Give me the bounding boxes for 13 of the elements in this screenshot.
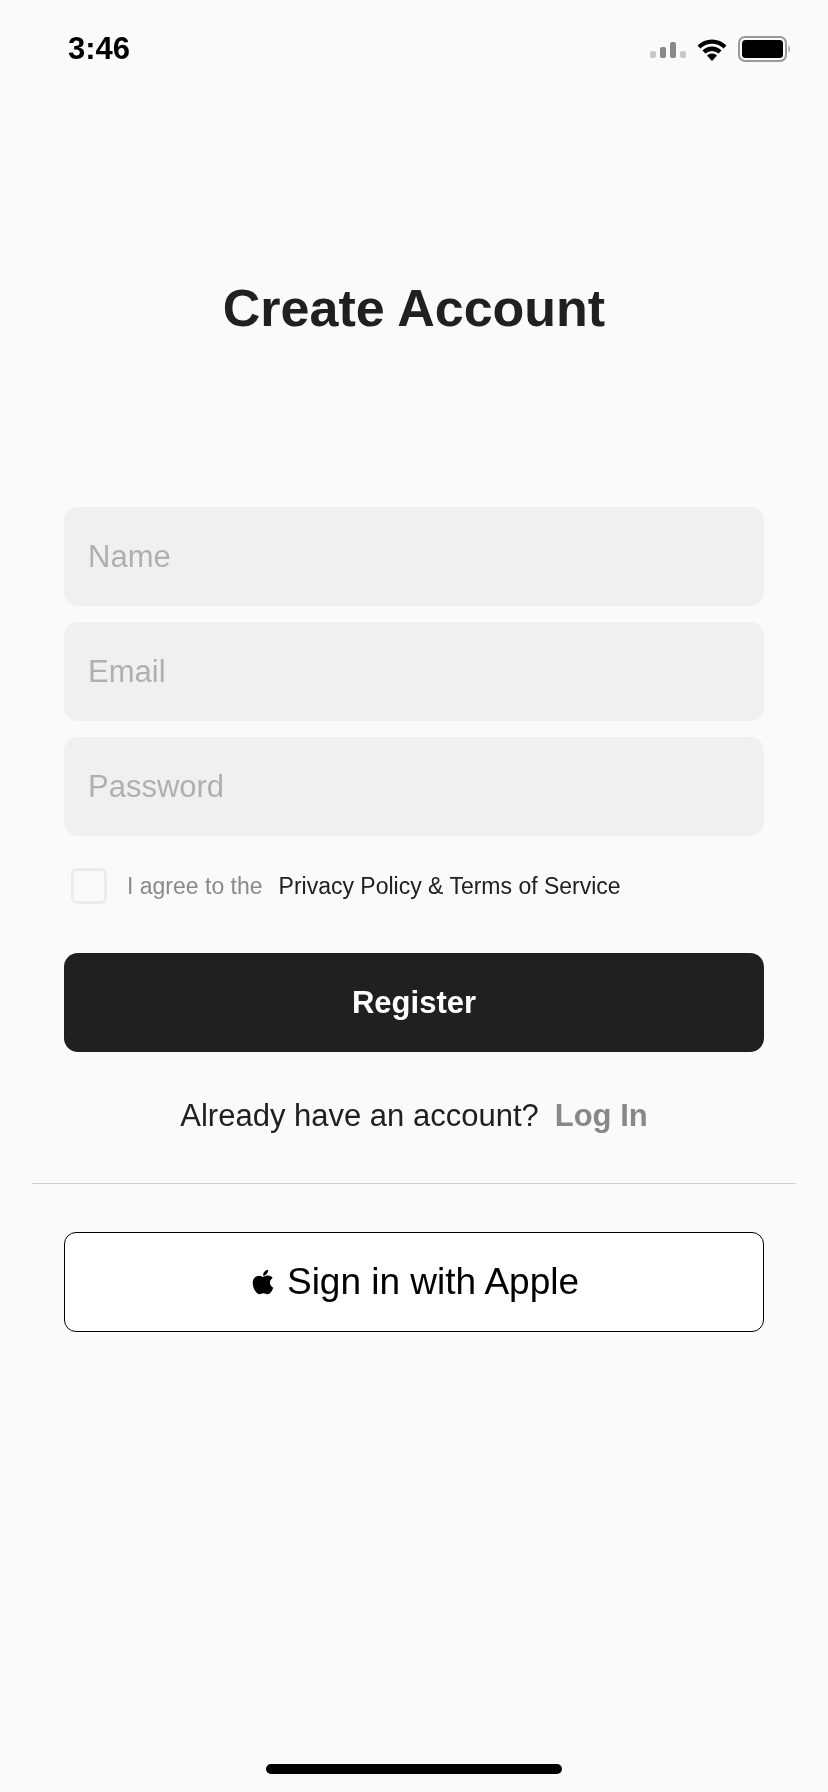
- battery-icon: [738, 36, 792, 62]
- input-field[interactable]: Password: [64, 737, 764, 836]
- agree-label: I agree to the: [127, 872, 263, 900]
- register-button[interactable]: Register: [64, 953, 764, 1052]
- apple-sign-in-button[interactable]: Sign in with Apple: [64, 1232, 764, 1332]
- input-field[interactable]: Name: [64, 507, 764, 606]
- input-field[interactable]: Email: [64, 622, 764, 721]
- terms-link[interactable]: Privacy Policy & Terms of Service: [278, 872, 621, 900]
- wifi-icon: [696, 37, 728, 61]
- login-prompt: Already have an account?: [180, 1098, 539, 1134]
- signal-icon: [650, 40, 686, 58]
- status-time: 3:46: [68, 31, 131, 67]
- page-title: Create Account: [221, 278, 607, 338]
